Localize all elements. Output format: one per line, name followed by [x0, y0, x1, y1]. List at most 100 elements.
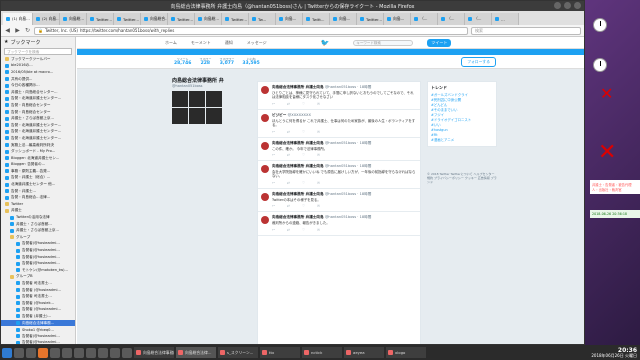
- like-icon[interactable]: ♡: [302, 153, 305, 157]
- photo-thumb[interactable]: [189, 108, 205, 124]
- close-button[interactable]: [574, 2, 581, 9]
- browser-tab[interactable]: …: [492, 13, 519, 25]
- bookmark-item[interactable]: Shoko1 @rbeq0...: [1, 326, 75, 333]
- nav-home[interactable]: ホーム: [165, 40, 177, 46]
- reply-icon[interactable]: ↩: [272, 102, 275, 106]
- forward-button[interactable]: ▶: [14, 27, 21, 34]
- tweet[interactable]: ビジビー @XXXXXXXX ほんとうに何を得るか これで弁護士、仕事は何のため家…: [258, 110, 420, 138]
- browser-tab[interactable]: 向島...: [384, 13, 411, 25]
- profile-stat[interactable]: ツイート 28,746: [174, 57, 191, 66]
- retweet-icon[interactable]: ⇄: [287, 228, 290, 232]
- launcher-icon[interactable]: [62, 347, 72, 358]
- minimize-button[interactable]: [554, 2, 561, 9]
- search-input[interactable]: 検索: [471, 26, 581, 35]
- photo-thumb[interactable]: [172, 108, 188, 124]
- bookmark-item[interactable]: 告発者 (@hosiek...: [1, 300, 75, 307]
- red-x-icon[interactable]: ✕: [600, 84, 613, 103]
- bookmark-item[interactable]: 告発・北海道弁護士センター...: [1, 96, 75, 103]
- bookmark-item[interactable]: 告発・北海道弁護士センター...: [1, 135, 75, 142]
- bookmark-folder[interactable]: グループ: [1, 234, 75, 241]
- browser-tab[interactable]: (1) 向島...: [3, 13, 33, 25]
- dm-icon[interactable]: ✉: [317, 204, 320, 208]
- browser-tab[interactable]: 向島...: [330, 13, 357, 25]
- twitter-search-input[interactable]: キーワード検索: [353, 39, 414, 46]
- bookmark-item[interactable]: 告発者 (弁護士)...: [1, 313, 75, 320]
- tweet-button[interactable]: ツイート: [427, 38, 452, 47]
- launcher-icon[interactable]: [86, 347, 96, 358]
- bookmark-item[interactable]: 告発者(@hosieadmi...: [1, 260, 75, 267]
- bookmark-item[interactable]: ダッシュボード - My Pro...: [1, 148, 75, 155]
- firefox-icon[interactable]: [38, 347, 48, 358]
- bookmark-folder[interactable]: ブックマークツールバー: [1, 56, 75, 63]
- taskbar-task[interactable]: 向島総合法律...: [176, 347, 216, 358]
- start-menu-icon[interactable]: [2, 347, 12, 358]
- launcher-icon[interactable]: [74, 347, 84, 358]
- retweet-icon[interactable]: ⇄: [287, 153, 290, 157]
- bookmark-item[interactable]: 2016/05/ble at macro...: [1, 69, 75, 76]
- bookmark-item[interactable]: 告発・向島総合...法律...: [1, 194, 75, 201]
- launcher-icon[interactable]: [98, 347, 108, 358]
- browser-tab[interactable]: Twitter...: [168, 13, 195, 25]
- bookmark-item[interactable]: 今日の各種掲示...: [1, 82, 75, 89]
- profile-stat[interactable]: フォロワー 3,077: [219, 57, 234, 66]
- browser-tab[interactable]: 向島総...: [195, 13, 222, 25]
- taskbar-task[interactable]: aeyea: [344, 347, 384, 358]
- bookmark-folder[interactable]: 弁護士: [1, 208, 75, 215]
- launcher-icon[interactable]: [14, 347, 24, 358]
- tweet[interactable]: 向島総合法律事務所 弁護士向島 @hantan051boss · 18時間 ひとり…: [258, 82, 420, 110]
- bookmark-item[interactable]: 向島総合法律事務...: [1, 319, 75, 327]
- launcher-icon[interactable]: [122, 347, 132, 358]
- photo-thumb[interactable]: [189, 91, 205, 107]
- reply-icon[interactable]: ↩: [272, 181, 275, 185]
- bookmark-item[interactable]: 告発・弁護士（総合）...: [1, 175, 75, 182]
- twitter-bird-icon[interactable]: 🐦: [321, 39, 330, 47]
- launcher-icon[interactable]: [26, 347, 36, 358]
- taskbar-task[interactable]: 向島総合法律事務所 - Dolphin: [134, 347, 174, 358]
- bookmark-item[interactable]: 告発・北海道弁護士センター...: [1, 129, 75, 136]
- bookmark-item[interactable]: 告発者 司法書士...: [1, 293, 75, 300]
- taskbar-task[interactable]: xlogo: [386, 347, 426, 358]
- browser-tab[interactable]: Twitter...: [114, 13, 141, 25]
- bookmark-item[interactable]: 告発者(@hosieadmi...: [1, 247, 75, 254]
- maximize-button[interactable]: [564, 2, 571, 9]
- browser-tab[interactable]: Twitter...: [357, 13, 384, 25]
- profile-stat[interactable]: いいね 33,595: [242, 57, 259, 66]
- bookmark-search-input[interactable]: ブックマークを検索: [4, 48, 72, 55]
- bookmark-item[interactable]: 告発・北海道弁護士センター...: [1, 122, 75, 129]
- avatar[interactable]: [261, 113, 269, 122]
- avatar[interactable]: [261, 141, 269, 150]
- bookmark-item[interactable]: モトケン(@motoken_tw)...: [1, 267, 75, 274]
- reply-icon[interactable]: ↩: [272, 228, 275, 232]
- browser-tab[interactable]: Twitt...: [303, 13, 330, 25]
- bookmark-item[interactable]: 実務上法...最高裁判所判決: [1, 142, 75, 149]
- retweet-icon[interactable]: ⇄: [287, 181, 290, 185]
- launcher-icon[interactable]: [50, 347, 60, 358]
- dm-icon[interactable]: ✉: [317, 228, 320, 232]
- bookmark-item[interactable]: 告発・向島総合センター: [1, 109, 75, 116]
- follow-button[interactable]: フォローする: [461, 56, 496, 67]
- bookmark-item[interactable]: ble2016の...: [1, 63, 75, 70]
- browser-tab[interactable]: 向島総合...: [141, 13, 168, 25]
- like-icon[interactable]: ♡: [302, 130, 305, 134]
- like-icon[interactable]: ♡: [302, 204, 305, 208]
- taskbar-task[interactable]: ttx: [260, 347, 300, 358]
- avatar[interactable]: [261, 216, 269, 225]
- dm-icon[interactable]: ✉: [317, 181, 320, 185]
- browser-tab[interactable]: Twitter...: [222, 13, 249, 25]
- retweet-icon[interactable]: ⇄: [287, 102, 290, 106]
- tweet[interactable]: 向島総合法律事務所 弁護士向島 @hantan051boss · 18時間 Twi…: [258, 189, 420, 213]
- bookmark-item[interactable]: 告発・弁護士...: [1, 188, 75, 195]
- like-icon[interactable]: ♡: [302, 102, 305, 106]
- reply-icon[interactable]: ↩: [272, 204, 275, 208]
- tweet[interactable]: 向島総合法律事務所 弁護士向島 @hantan051boss · 18時間 この件…: [258, 138, 420, 162]
- bookmark-item[interactable]: 告発者(@hosieadmi...: [1, 333, 75, 340]
- browser-tab[interactable]: 向島...: [276, 13, 303, 25]
- bookmark-item[interactable]: Twitterの活用な法律: [1, 214, 75, 221]
- avatar[interactable]: [261, 86, 269, 94]
- photo-thumb[interactable]: [172, 91, 188, 107]
- like-icon[interactable]: ♡: [302, 228, 305, 232]
- bookmark-item[interactable]: Blogger: 北海道弁護士セン...: [1, 155, 75, 162]
- back-button[interactable]: ◀: [4, 27, 11, 34]
- url-bar[interactable]: 🔒 Twitter, Inc. (US) https://twitter.com…: [34, 26, 468, 35]
- browser-tab[interactable]: Tw...: [249, 13, 276, 25]
